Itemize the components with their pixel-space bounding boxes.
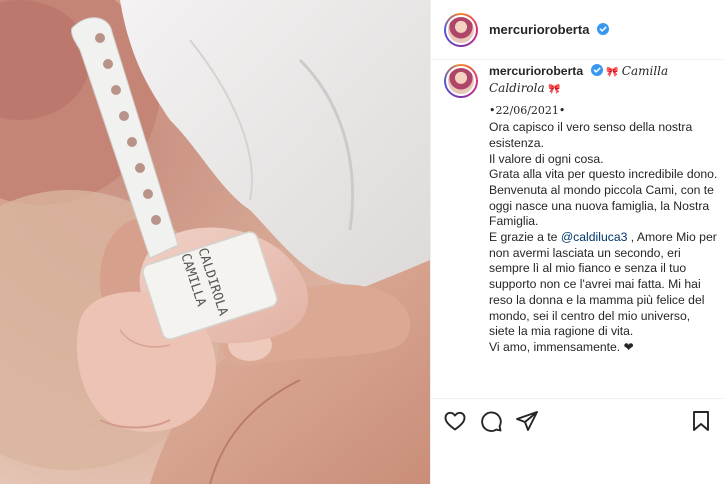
bow-emoji: 🎀 (548, 83, 561, 95)
caption-thanks-prefix: E grazie a te (489, 230, 561, 245)
share-button[interactable] (515, 409, 539, 433)
caption-line: Il valore di ogni cosa. (489, 151, 604, 166)
post-side-panel: mercurioroberta mercurioroberta 🎀 Camill… (430, 0, 723, 484)
mention-link[interactable]: @caldiluca3 (561, 230, 628, 244)
author-avatar[interactable] (444, 12, 478, 47)
post-header: mercurioroberta (431, 0, 723, 60)
author-username[interactable]: mercurioroberta (489, 22, 610, 37)
verified-badge-icon (590, 64, 603, 76)
caption-line: Benvenuta al mondo piccola Cami, con te … (489, 182, 714, 229)
caption-author-avatar[interactable] (444, 64, 478, 98)
action-bar (431, 398, 723, 444)
comment-button[interactable] (479, 409, 503, 433)
caption-line: Grata alla vita per questo incredibile d… (489, 167, 718, 182)
paper-plane-icon (516, 411, 538, 431)
caption-thanks: E grazie a te @caldiluca3 , Amore Mio pe… (489, 230, 718, 340)
caption-date: •22/06/2021• (489, 104, 566, 118)
instagram-post: CALDIROLA CAMILLA mercurioroberta mercur… (0, 0, 723, 484)
save-button[interactable] (689, 409, 713, 433)
newborn-hand-wristband-image: CALDIROLA CAMILLA (0, 0, 430, 484)
username-text[interactable]: mercurioroberta (489, 22, 589, 37)
caption-text: mercurioroberta 🎀 Camilla Caldirola 🎀 •2… (489, 64, 718, 394)
post-photo[interactable]: CALDIROLA CAMILLA (0, 0, 430, 484)
caption-closing: Vi amo, immensamente. ❤ (489, 339, 634, 354)
bow-emoji: 🎀 (605, 67, 619, 78)
verified-badge-icon (597, 23, 610, 35)
caption-username[interactable]: mercurioroberta (489, 64, 583, 78)
caption-thanks-rest: , Amore Mio per non avermi lasciata un s… (489, 230, 717, 339)
caption-block: mercurioroberta 🎀 Camilla Caldirola 🎀 •2… (444, 64, 718, 394)
heart-icon (444, 411, 466, 431)
avatar-image (446, 66, 476, 96)
avatar-image (446, 14, 476, 45)
caption-line: Ora capisco il vero senso della nostra e… (489, 120, 693, 150)
like-button[interactable] (443, 409, 467, 433)
comment-icon (481, 411, 502, 432)
bookmark-icon (693, 411, 709, 431)
